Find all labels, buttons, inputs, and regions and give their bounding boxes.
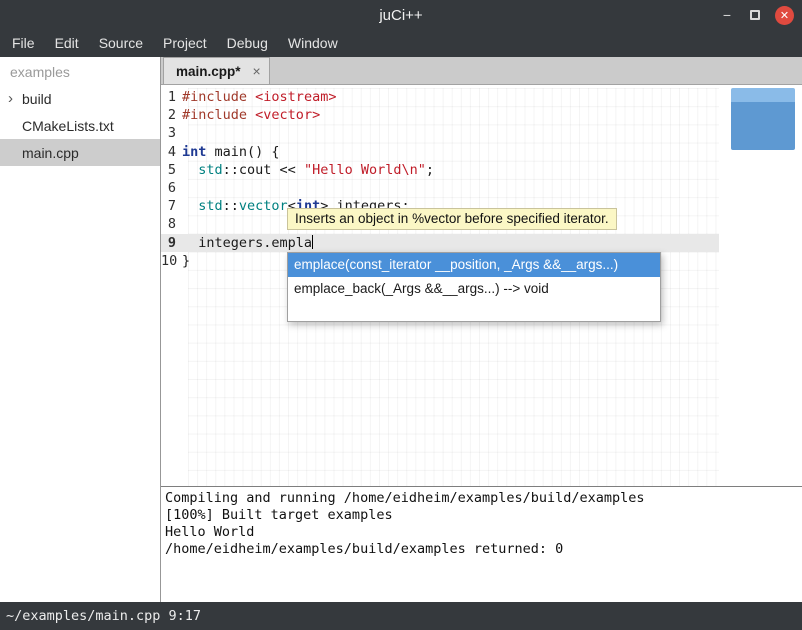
line-text: }: [182, 252, 190, 270]
token-preproc: #include: [182, 107, 247, 123]
line-number: 10: [161, 252, 182, 270]
token-plain: integers.empla: [182, 235, 312, 251]
line-number: 7: [161, 197, 182, 215]
token-plain: main() {: [206, 144, 279, 160]
code-line-9[interactable]: 9 integers.empla: [161, 234, 719, 252]
menu-item-source[interactable]: Source: [89, 30, 153, 57]
token-type: std: [198, 162, 222, 178]
line-number: 9: [161, 234, 182, 252]
code-line-6[interactable]: 6: [161, 179, 719, 197]
token-type: std: [198, 198, 222, 214]
code-line-4[interactable]: 4int main() {: [161, 143, 719, 161]
tab-bar: main.cpp* ×: [161, 57, 802, 85]
tree-item-build[interactable]: ›build: [0, 85, 160, 112]
maximize-icon[interactable]: [750, 10, 760, 20]
line-number: 4: [161, 143, 182, 161]
output-line-3: Hello World: [165, 524, 802, 541]
autocomplete-item-1[interactable]: emplace(const_iterator __position, _Args…: [288, 253, 660, 277]
token-keyword: int: [182, 144, 206, 160]
status-bar: ~/examples/main.cpp 9:17: [0, 602, 802, 630]
menu-item-debug[interactable]: Debug: [217, 30, 278, 57]
menu-item-window[interactable]: Window: [278, 30, 348, 57]
output-line-2: [100%] Built target examples: [165, 507, 802, 524]
line-number: 2: [161, 106, 182, 124]
close-icon[interactable]: ✕: [775, 6, 794, 25]
tree-item-cmakelists-txt[interactable]: CMakeLists.txt: [0, 112, 160, 139]
title-bar[interactable]: juCi++ − ✕: [0, 0, 802, 30]
line-text: int main() {: [182, 143, 280, 161]
app-window: juCi++ − ✕ FileEditSourceProjectDebugWin…: [0, 0, 802, 630]
autocomplete-popup: emplace(const_iterator __position, _Args…: [287, 252, 661, 322]
token-plain: [182, 198, 198, 214]
token-plain: }: [182, 253, 190, 269]
token-plain: ;: [426, 162, 434, 178]
tab-label: main.cpp*: [176, 64, 241, 79]
code-line-3[interactable]: 3: [161, 124, 719, 142]
file-tree: ›build CMakeLists.txt main.cpp: [0, 85, 160, 166]
menu-item-project[interactable]: Project: [153, 30, 217, 57]
menu-bar: FileEditSourceProjectDebugWindow: [0, 30, 802, 57]
line-number: 8: [161, 215, 182, 233]
file-tree-sidebar: examples ›build CMakeLists.txt main.cpp: [0, 57, 161, 602]
token-preproc: #include: [182, 89, 247, 105]
code-lines: 1#include <iostream>2#include <vector>34…: [161, 88, 802, 270]
token-plain: [247, 89, 255, 105]
project-name: examples: [0, 57, 160, 85]
line-text: #include <vector>: [182, 106, 320, 124]
minimize-icon[interactable]: −: [719, 7, 735, 23]
tab-close-icon[interactable]: ×: [253, 64, 261, 78]
code-line-2[interactable]: 2#include <vector>: [161, 106, 719, 124]
token-plain: [247, 107, 255, 123]
token-string: <vector>: [255, 107, 320, 123]
line-text: integers.empla: [182, 234, 313, 252]
menu-item-edit[interactable]: Edit: [45, 30, 89, 57]
tree-item-main-cpp[interactable]: main.cpp: [0, 139, 160, 166]
token-string: <iostream>: [255, 89, 336, 105]
build-output-panel[interactable]: Compiling and running /home/eidheim/exam…: [161, 486, 802, 602]
token-plain: ::: [223, 198, 239, 214]
output-line-1: Compiling and running /home/eidheim/exam…: [165, 490, 802, 507]
code-line-1[interactable]: 1#include <iostream>: [161, 88, 719, 106]
tree-item-label: build: [22, 91, 52, 107]
line-number: 3: [161, 124, 182, 142]
output-line-4: /home/eidheim/examples/build/examples re…: [165, 541, 802, 558]
completion-doc-tooltip: Inserts an object in %vector before spec…: [287, 208, 617, 230]
line-text: #include <iostream>: [182, 88, 336, 106]
main-area: examples ›build CMakeLists.txt main.cpp ma…: [0, 57, 802, 602]
line-number: 6: [161, 179, 182, 197]
editor-pane: main.cpp* × 1#include <iostream>2#includ…: [161, 57, 802, 602]
window-controls: − ✕: [719, 0, 794, 30]
autocomplete-item-2[interactable]: emplace_back(_Args &&__args...) --> void: [288, 277, 660, 301]
code-editor[interactable]: 1#include <iostream>2#include <vector>34…: [161, 85, 802, 486]
line-number: 1: [161, 88, 182, 106]
code-line-5[interactable]: 5 std::cout << "Hello World\n";: [161, 161, 719, 179]
token-string: "Hello World\n": [304, 162, 426, 178]
tree-item-label: CMakeLists.txt: [22, 118, 114, 134]
window-title: juCi++: [379, 7, 422, 24]
expander-icon[interactable]: ›: [8, 92, 22, 106]
token-plain: ::cout <<: [223, 162, 304, 178]
tab-main-cpp[interactable]: main.cpp* ×: [163, 57, 270, 84]
tree-item-label: main.cpp: [22, 145, 79, 161]
line-text: std::cout << "Hello World\n";: [182, 161, 434, 179]
token-type: vector: [239, 198, 288, 214]
line-number: 5: [161, 161, 182, 179]
token-plain: [182, 162, 198, 178]
text-cursor: [312, 235, 313, 249]
editor-scrollbar[interactable]: [731, 88, 795, 150]
menu-item-file[interactable]: File: [2, 30, 45, 57]
